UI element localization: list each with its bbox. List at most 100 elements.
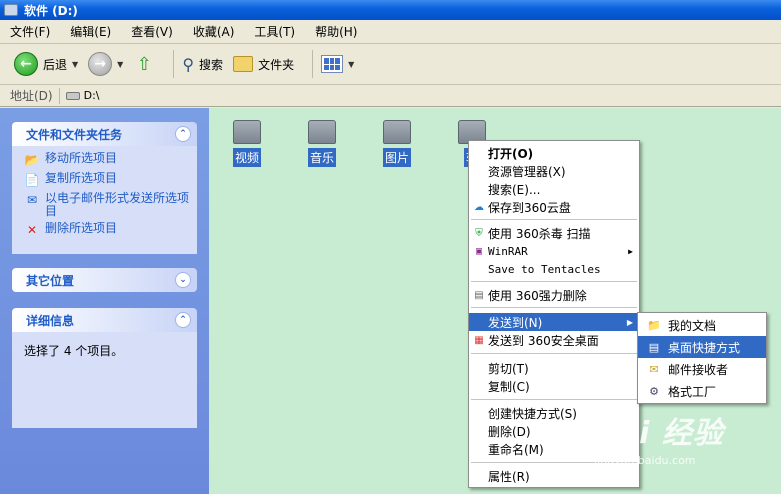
menu-tools[interactable]: 工具(T) <box>254 23 295 40</box>
address-separator <box>58 87 60 104</box>
menu-force-delete-360[interactable]: ▤ 使用 360强力删除 <box>469 286 639 304</box>
task-move-label: 移动所选项目 <box>45 151 118 165</box>
menu-view[interactable]: 查看(V) <box>131 23 173 40</box>
folder-label: 视频 <box>232 148 261 167</box>
toolbar-separator <box>173 50 175 78</box>
send-360-label: 发送到 360安全桌面 <box>488 333 599 348</box>
address-bar: 地址(D) D:\ <box>0 85 781 107</box>
menu-save-360cloud[interactable]: ☁ 保存到360云盘 <box>469 198 639 216</box>
menu-separator <box>471 281 637 282</box>
file-tasks-header[interactable]: 文件和文件夹任务 ⌃ <box>12 122 197 146</box>
folder-item[interactable]: 图片 <box>375 120 419 167</box>
folders-label: 文件夹 <box>258 57 295 72</box>
up-button[interactable]: ⇧ <box>133 53 155 75</box>
task-copy-label: 复制所选项目 <box>45 171 118 185</box>
search-button[interactable]: ⚲ 搜索 <box>182 55 223 74</box>
folder-label: 音乐 <box>307 148 336 167</box>
task-delete-label: 删除所选项目 <box>45 221 118 235</box>
back-label: 后退 <box>43 57 68 72</box>
forward-button[interactable]: → ▼ <box>88 52 123 76</box>
magnifier-icon: ⚲ <box>182 54 195 74</box>
menu-search[interactable]: 搜索(E)... <box>469 180 639 198</box>
menu-save-tentacles[interactable]: Save to Tentacles <box>469 260 639 278</box>
task-delete[interactable]: ✕ 删除所选项目 <box>24 222 189 238</box>
task-email-label: 以电子邮件形式发送所选项目 <box>45 191 190 218</box>
toolbar: ← 后退 ▼ → ▼ ⇧ ⚲ 搜索 文件夹 ▼ <box>0 44 781 85</box>
copy-icon: 📄 <box>24 172 40 187</box>
folder-icon <box>383 120 411 144</box>
expand-icon[interactable]: ⌄ <box>175 272 191 288</box>
menu-send-to[interactable]: 发送到(N) ▶ <box>469 313 639 331</box>
menu-open[interactable]: 打开(O) <box>469 144 639 162</box>
menu-send-360-desktop[interactable]: ▦ 发送到 360安全桌面 <box>469 331 639 349</box>
scan-360-label: 使用 360杀毒 扫描 <box>488 226 591 241</box>
send-to-my-documents[interactable]: 📁 我的文档 <box>638 314 766 336</box>
task-pane: 文件和文件夹任务 ⌃ 📂 移动所选项目 📄 复制所选项目 ✉ 以电子邮件形式发送… <box>0 108 209 494</box>
watermark-brand: Bai 经验 <box>594 416 724 451</box>
task-copy[interactable]: 📄 复制所选项目 <box>24 172 189 188</box>
submenu-arrow-icon: ▶ <box>626 317 633 327</box>
shield-icon: ⛨ <box>475 227 483 239</box>
address-input[interactable]: D:\ <box>84 89 100 102</box>
menu-scan-360[interactable]: ⛨ 使用 360杀毒 扫描 <box>469 224 639 242</box>
forward-dropdown-icon[interactable]: ▼ <box>117 60 123 69</box>
menu-separator <box>471 307 637 308</box>
collapse-icon[interactable]: ⌃ <box>175 126 191 142</box>
folder-item[interactable]: 视频 <box>225 120 269 167</box>
other-places-title: 其它位置 <box>26 273 75 288</box>
menu-help[interactable]: 帮助(H) <box>315 23 357 40</box>
desktop-shortcut-label: 桌面快捷方式 <box>668 340 741 355</box>
my-documents-label: 我的文档 <box>668 318 717 333</box>
folder-icon <box>308 120 336 144</box>
window-title: 软件 (D:) <box>24 3 78 18</box>
views-icon <box>321 55 344 73</box>
views-dropdown-icon[interactable]: ▼ <box>348 60 354 69</box>
back-button[interactable]: ← 后退 ▼ <box>14 52 78 76</box>
menu-bar: 文件(F) 编辑(E) 查看(V) 收藏(A) 工具(T) 帮助(H) <box>0 20 781 44</box>
drive-icon <box>65 91 80 100</box>
desktop-shortcut-icon: ▤ <box>648 340 660 354</box>
email-icon: ✉ <box>26 192 38 207</box>
menu-copy[interactable]: 复制(C) <box>469 377 639 395</box>
task-move[interactable]: 📂 移动所选项目 <box>24 152 189 168</box>
collapse-icon[interactable]: ⌃ <box>175 312 191 328</box>
delete-x-icon: ✕ <box>26 222 38 237</box>
forward-arrow-icon: → <box>88 52 113 76</box>
mail-recipient-icon: ✉ <box>649 362 659 376</box>
my-documents-icon: 📁 <box>647 318 661 332</box>
menu-favorites[interactable]: 收藏(A) <box>193 23 235 40</box>
selection-count: 选择了 4 个项目。 <box>24 344 124 358</box>
mail-recipient-label: 邮件接收者 <box>668 362 729 377</box>
title-bar: 软件 (D:) <box>0 0 781 20</box>
force-delete-label: 使用 360强力删除 <box>488 288 587 303</box>
menu-winrar[interactable]: ▣ WinRAR ▶ <box>469 242 639 260</box>
file-tasks-body: 📂 移动所选项目 📄 复制所选项目 ✉ 以电子邮件形式发送所选项目 ✕ 删除所选… <box>12 146 197 254</box>
menu-explorer[interactable]: 资源管理器(X) <box>469 162 639 180</box>
folder-icon <box>233 120 261 144</box>
watermark-url: jingyan.baidu.com <box>594 454 696 467</box>
details-panel: 详细信息 ⌃ 选择了 4 个项目。 <box>12 308 197 428</box>
send-to-desktop-shortcut[interactable]: ▤ 桌面快捷方式 <box>638 336 766 358</box>
task-email[interactable]: ✉ 以电子邮件形式发送所选项目 <box>24 192 189 218</box>
file-tasks-panel: 文件和文件夹任务 ⌃ 📂 移动所选项目 📄 复制所选项目 ✉ 以电子邮件形式发送… <box>12 122 197 254</box>
back-dropdown-icon[interactable]: ▼ <box>72 60 78 69</box>
folders-button[interactable]: 文件夹 <box>233 56 294 73</box>
shredder-icon: ▤ <box>474 289 484 301</box>
details-header[interactable]: 详细信息 ⌃ <box>12 308 197 332</box>
save-360-label: 保存到360云盘 <box>488 200 571 215</box>
other-places-panel: 其它位置 ⌄ <box>12 268 197 292</box>
other-places-header[interactable]: 其它位置 ⌄ <box>12 268 197 292</box>
menu-separator <box>471 399 637 400</box>
move-icon: 📂 <box>24 152 40 167</box>
folder-item[interactable]: 音乐 <box>300 120 344 167</box>
send-to-submenu: 📁 我的文档 ▤ 桌面快捷方式 ✉ 邮件接收者 ⚙ 格式工厂 <box>637 312 767 404</box>
menu-separator <box>471 219 637 220</box>
views-button[interactable]: ▼ <box>321 55 354 73</box>
send-to-format-factory[interactable]: ⚙ 格式工厂 <box>638 380 766 402</box>
format-factory-icon: ⚙ <box>649 384 659 398</box>
send-to-mail-recipient[interactable]: ✉ 邮件接收者 <box>638 358 766 380</box>
menu-edit[interactable]: 编辑(E) <box>70 23 111 40</box>
file-tasks-title: 文件和文件夹任务 <box>26 127 123 142</box>
menu-cut[interactable]: 剪切(T) <box>469 359 639 377</box>
menu-file[interactable]: 文件(F) <box>10 23 50 40</box>
